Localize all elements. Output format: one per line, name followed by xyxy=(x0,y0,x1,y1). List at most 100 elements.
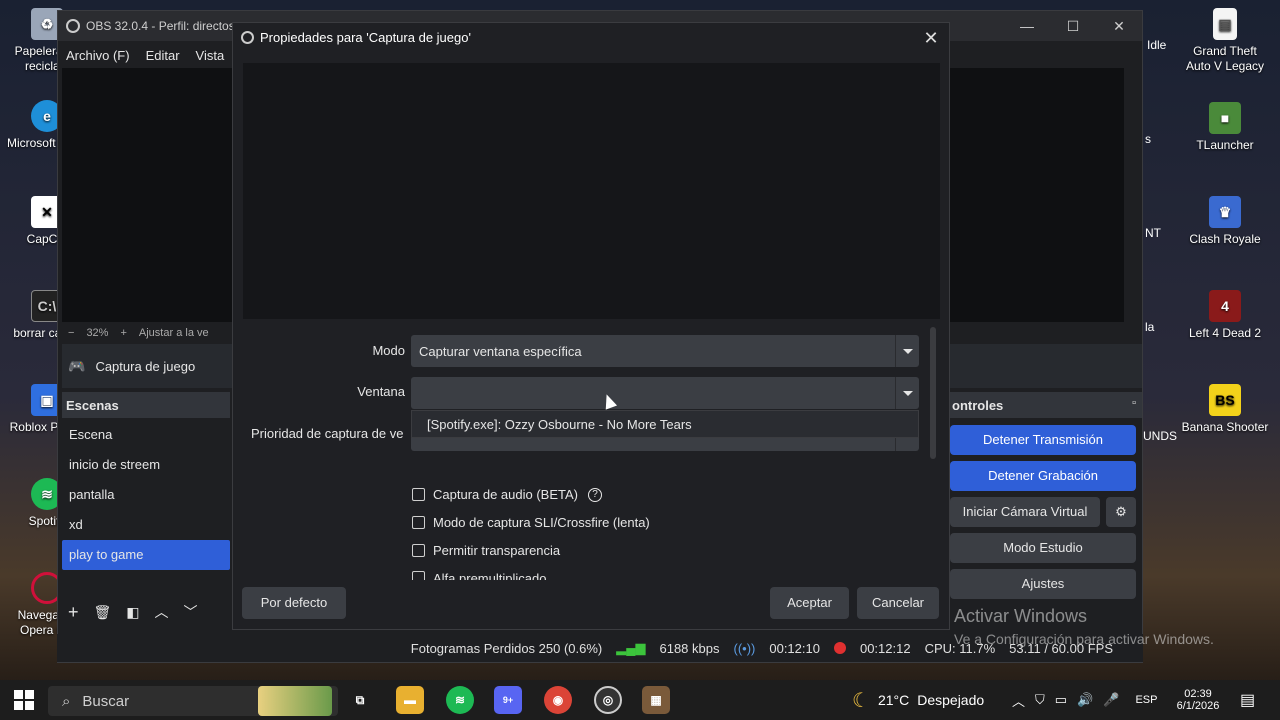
clash-icon: ♛ xyxy=(1209,196,1241,228)
tlauncher-icon: ■ xyxy=(1209,102,1241,134)
scene-item[interactable]: xd xyxy=(62,510,230,540)
chevron-up-icon[interactable]: ︿ xyxy=(155,602,169,622)
close-icon[interactable]: ✕ xyxy=(1096,11,1142,41)
scene-item[interactable]: inicio de streem xyxy=(62,450,230,480)
stop-record-button[interactable]: Detener Grabación xyxy=(950,461,1136,491)
security-icon[interactable]: ⛉ xyxy=(1035,692,1045,708)
transparency-checkbox[interactable]: Permitir transparencia xyxy=(412,543,560,558)
obs-logo-icon xyxy=(241,31,254,44)
clock[interactable]: 02:39 6/1/2026 xyxy=(1168,680,1228,720)
checkbox-box[interactable] xyxy=(412,516,425,529)
dialog-titlebar[interactable]: Propiedades para 'Captura de juego' xyxy=(233,23,949,52)
defaults-button[interactable]: Por defecto xyxy=(242,587,346,619)
network-icon[interactable]: ▭ xyxy=(1055,692,1067,708)
scene-item[interactable]: Escena xyxy=(62,420,230,450)
obs-taskbar-icon[interactable]: ◎ xyxy=(594,686,622,714)
l4d2-icon: 4 xyxy=(1209,290,1241,322)
settings-button[interactable]: Ajustes xyxy=(950,569,1136,599)
virtual-camera-button[interactable]: Iniciar Cámara Virtual xyxy=(950,497,1100,527)
maximize-icon[interactable]: ☐ xyxy=(1050,11,1096,41)
partial-desktop-label: Idle xyxy=(1147,38,1167,52)
record-time: 00:12:12 xyxy=(859,640,911,656)
window-select[interactable] xyxy=(411,377,919,409)
scene-toolbar: + 🗑 ◧ ︿ ﹀ xyxy=(62,598,230,626)
premultiplied-alpha-checkbox[interactable]: Alfa premultiplicado xyxy=(412,571,546,580)
mode-select[interactable]: Capturar ventana específica xyxy=(411,335,919,367)
window-label: Ventana xyxy=(357,384,405,399)
scene-item[interactable]: pantalla xyxy=(62,480,230,510)
desktop-icon-tlauncher[interactable]: ■ TLauncher xyxy=(1180,102,1270,153)
partial-desktop-label: NT xyxy=(1145,226,1161,240)
chevron-up-icon[interactable]: ︿ xyxy=(1012,691,1025,710)
microphone-icon[interactable]: 🎤 xyxy=(1103,692,1119,708)
menu-edit[interactable]: Editar xyxy=(146,48,180,63)
moon-icon: ☾ xyxy=(852,689,870,712)
desktop-icon-banana-shooter[interactable]: BS Banana Shooter xyxy=(1180,384,1270,435)
discord-icon[interactable]: 9+ xyxy=(494,686,522,714)
spotify-taskbar-icon[interactable]: ≋ xyxy=(446,686,474,714)
bitrate: 6188 kbps xyxy=(659,640,720,656)
cancel-button[interactable]: Cancelar xyxy=(857,587,939,619)
minecraft-icon[interactable]: ▦ xyxy=(642,686,670,714)
chevron-down-icon xyxy=(895,377,919,409)
dialog-scrollbar[interactable] xyxy=(930,327,936,459)
undock-icon[interactable]: ▫ xyxy=(1132,397,1136,409)
dialog-preview xyxy=(243,63,940,319)
chevron-down-icon xyxy=(895,335,919,367)
chrome-icon[interactable]: ◉ xyxy=(544,686,572,714)
windows-start-icon[interactable] xyxy=(14,690,34,710)
checkbox-box[interactable] xyxy=(412,571,425,580)
zoom-out-icon[interactable]: − xyxy=(68,327,74,339)
stream-icon: ((•)) xyxy=(733,640,756,656)
partial-desktop-label: UNDS xyxy=(1143,429,1178,443)
scene-item-selected[interactable]: play to game xyxy=(62,540,230,570)
filter-icon[interactable]: ◧ xyxy=(126,604,139,621)
watermark-title: Activar Windows xyxy=(954,606,1088,626)
language-indicator[interactable]: ESP xyxy=(1135,694,1157,706)
ok-button[interactable]: Aceptar xyxy=(770,587,849,619)
record-icon xyxy=(833,642,846,654)
menu-view[interactable]: Vista xyxy=(196,48,225,63)
audio-capture-checkbox[interactable]: Captura de audio (BETA) ? xyxy=(412,487,602,502)
zoom-fit-hint[interactable]: Ajustar a la ve xyxy=(139,327,209,339)
close-icon[interactable]: ✕ xyxy=(919,26,943,50)
help-icon[interactable]: ? xyxy=(588,487,602,502)
dropped-frames: Fotogramas Perdidos 250 (0.6%) xyxy=(410,640,603,656)
notification-icon[interactable]: ▤ xyxy=(1240,680,1255,720)
obs-window-title: OBS 32.0.4 - Perfil: directos xyxy=(86,19,235,33)
scenes-list: Escena inicio de streem pantalla xd play… xyxy=(62,420,230,570)
desktop-icon-clash-royale[interactable]: ♛ Clash Royale xyxy=(1180,196,1270,247)
desktop-icon-l4d2[interactable]: 4 Left 4 Dead 2 xyxy=(1180,290,1270,341)
gear-icon[interactable]: ⚙ xyxy=(1106,497,1136,527)
obs-logo-icon xyxy=(66,19,80,33)
menu-file[interactable]: Archivo (F) xyxy=(66,48,130,63)
sli-crossfire-checkbox[interactable]: Modo de captura SLI/Crossfire (lenta) xyxy=(412,515,650,530)
desktop-icon-gta[interactable]: ▤ Grand Theft Auto V Legacy xyxy=(1180,8,1270,74)
checkbox-box[interactable] xyxy=(412,544,425,557)
weather-widget[interactable]: ☾ 21°C Despejado xyxy=(852,680,984,720)
taskbar-search[interactable]: ⌕ Buscar xyxy=(48,686,338,716)
stream-time: 00:12:10 xyxy=(769,640,820,656)
checkbox-box[interactable] xyxy=(412,488,425,501)
stop-stream-button[interactable]: Detener Transmisión xyxy=(950,425,1136,455)
source-name: Captura de juego xyxy=(95,358,196,374)
zoom-in-icon[interactable]: + xyxy=(120,327,126,339)
gamepad-icon: 🎮 xyxy=(68,357,86,374)
window-controls: — ☐ ✕ xyxy=(1004,11,1142,41)
mode-label: Modo xyxy=(372,343,405,358)
volume-icon[interactable]: 🔊 xyxy=(1077,692,1093,708)
zoom-level: 32% xyxy=(86,327,109,339)
file-explorer-icon[interactable]: ▬ xyxy=(396,686,424,714)
activation-watermark: Activar Windows Ve a Configuración para … xyxy=(954,606,1214,647)
controls-header: ontroles ▫ xyxy=(950,392,1142,418)
dialog-title: Propiedades para 'Captura de juego' xyxy=(260,30,471,45)
studio-mode-button[interactable]: Modo Estudio xyxy=(950,533,1136,563)
window-dropdown-option[interactable]: [Spotify.exe]: Ozzy Osbourne - No More T… xyxy=(411,410,919,438)
task-view-icon[interactable]: ⧉ xyxy=(346,686,374,714)
banana-icon: BS xyxy=(1209,384,1241,416)
trash-icon[interactable]: 🗑 xyxy=(94,604,112,621)
add-icon[interactable]: + xyxy=(68,602,79,623)
minimize-icon[interactable]: — xyxy=(1004,11,1050,41)
chevron-down-icon[interactable]: ﹀ xyxy=(184,602,198,622)
signal-icon: ▂▄▆ xyxy=(616,640,646,655)
